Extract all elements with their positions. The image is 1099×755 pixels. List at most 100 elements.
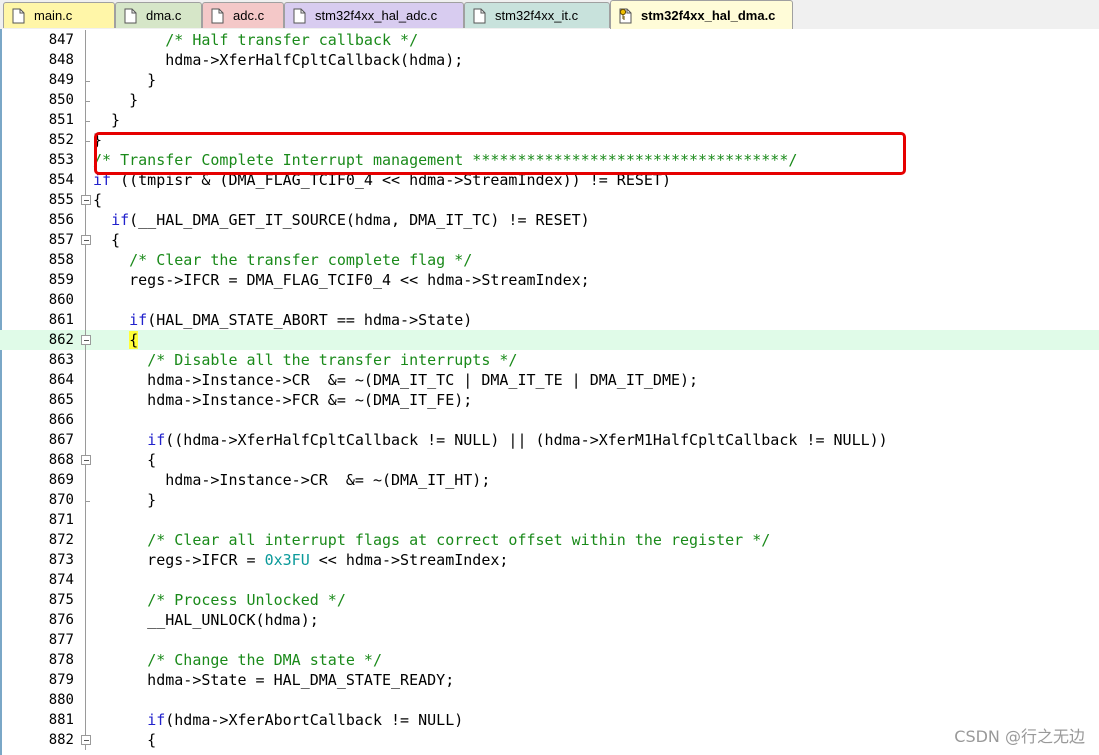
fold-guide — [81, 170, 90, 190]
code-line[interactable]: 854 if ((tmpisr & (DMA_FLAG_TCIF0_4 << hd… — [0, 170, 1099, 190]
tab-label: stm32f4xx_hal_adc.c — [315, 8, 438, 23]
line-number: 860 — [48, 292, 74, 308]
c-file-icon — [12, 8, 25, 24]
tab-stm32f4xx-hal-dma-c[interactable]: stm32f4xx_hal_dma.c — [610, 0, 793, 30]
code-line[interactable]: 867 if((hdma->XferHalfCpltCallback != NU… — [0, 430, 1099, 450]
code-text: if(__HAL_DMA_GET_IT_SOURCE(hdma, DMA_IT_… — [93, 210, 590, 230]
code-text: } — [93, 130, 102, 150]
code-token: { — [93, 231, 121, 249]
code-text: hdma->State = HAL_DMA_STATE_READY; — [93, 670, 454, 690]
file-tab-bar: main.c dma.c adc.c stm32f4xx_hal_adc.c stm32… — [0, 0, 1099, 30]
tab-adc-c[interactable]: adc.c — [202, 2, 284, 28]
code-text: { — [93, 190, 102, 210]
code-line[interactable]: 873 regs->IFCR = 0x3FU << hdma->StreamIn… — [0, 550, 1099, 570]
code-text: if(HAL_DMA_STATE_ABORT == hdma->State) — [93, 310, 472, 330]
code-token: regs->IFCR = DMA_FLAG_TCIF0_4 << hdma->S… — [93, 271, 590, 289]
code-text: } — [93, 490, 156, 510]
code-keyword: if — [147, 431, 166, 449]
code-line[interactable]: 862 { — [0, 330, 1099, 350]
tab-label: main.c — [34, 8, 73, 23]
code-line[interactable]: 853 /* Transfer Complete Interrupt manage… — [0, 150, 1099, 170]
code-line[interactable]: 882 { — [0, 730, 1099, 750]
fold-guide — [81, 690, 90, 710]
code-text: hdma->Instance->CR &= ~(DMA_IT_HT); — [93, 470, 490, 490]
code-line[interactable]: 875 /* Process Unlocked */ — [0, 590, 1099, 610]
line-number: 856 — [48, 212, 74, 228]
fold-guide — [81, 390, 90, 410]
code-line[interactable]: 864 hdma->Instance->CR &= ~(DMA_IT_TC | … — [0, 370, 1099, 390]
code-line[interactable]: 848 hdma->XferHalfCpltCallback(hdma); — [0, 50, 1099, 70]
code-line[interactable]: 881 if(hdma->XferAbortCallback != NULL) — [0, 710, 1099, 730]
fold-guide — [81, 370, 90, 390]
fold-guide — [81, 250, 90, 270]
code-line[interactable]: 860 — [0, 290, 1099, 310]
code-line[interactable]: 851 } — [0, 110, 1099, 130]
fold-toggle-icon[interactable] — [81, 330, 91, 350]
code-line[interactable]: 863 /* Disable all the transfer interrup… — [0, 350, 1099, 370]
code-line[interactable]: 857 { — [0, 230, 1099, 250]
code-line[interactable]: 879 hdma->State = HAL_DMA_STATE_READY; — [0, 670, 1099, 690]
code-line[interactable]: 878 /* Change the DMA state */ — [0, 650, 1099, 670]
code-line[interactable]: 856 if(__HAL_DMA_GET_IT_SOURCE(hdma, DMA… — [0, 210, 1099, 230]
code-line[interactable]: 855 { — [0, 190, 1099, 210]
code-keyword: if — [129, 311, 148, 329]
code-line[interactable]: 877 — [0, 630, 1099, 650]
c-file-icon — [211, 8, 224, 24]
code-line[interactable]: 852} — [0, 130, 1099, 150]
line-number: 859 — [48, 272, 74, 288]
code-token: hdma->Instance->FCR &= ~(DMA_IT_FE); — [93, 391, 473, 409]
code-line[interactable]: 870 } — [0, 490, 1099, 510]
line-number: 879 — [48, 672, 74, 688]
fold-toggle-icon[interactable] — [81, 230, 91, 250]
code-line[interactable]: 874 — [0, 570, 1099, 590]
fold-guide — [81, 90, 90, 110]
code-text: hdma->XferHalfCpltCallback(hdma); — [93, 50, 463, 70]
code-keyword: if — [111, 211, 130, 229]
code-line[interactable]: 847 /* Half transfer callback */ — [0, 30, 1099, 50]
tab-main-c[interactable]: main.c — [3, 2, 115, 28]
code-line[interactable]: 872 /* Clear all interrupt flags at corr… — [0, 530, 1099, 550]
code-line[interactable]: 866 — [0, 410, 1099, 430]
tab-stm32f4xx-hal-adc-c[interactable]: stm32f4xx_hal_adc.c — [284, 2, 464, 28]
code-editor[interactable]: 847 /* Half transfer callback */848 hdma… — [0, 29, 1099, 755]
code-comment: /* Transfer Complete Interrupt managemen… — [93, 151, 798, 169]
tab-dma-c[interactable]: dma.c — [115, 2, 202, 28]
code-text: if(hdma->XferAbortCallback != NULL) — [93, 710, 463, 730]
code-line[interactable]: 850 } — [0, 90, 1099, 110]
code-line[interactable]: 876 __HAL_UNLOCK(hdma); — [0, 610, 1099, 630]
line-number: 867 — [48, 432, 74, 448]
line-number: 853 — [48, 152, 74, 168]
fold-guide — [81, 210, 90, 230]
fold-toggle-icon[interactable] — [81, 190, 91, 210]
fold-guide — [81, 350, 90, 370]
code-line[interactable]: 871 — [0, 510, 1099, 530]
line-number: 850 — [48, 92, 74, 108]
line-number: 875 — [48, 592, 74, 608]
code-token: (__HAL_DMA_GET_IT_SOURCE(hdma, DMA_IT_TC… — [129, 211, 590, 229]
code-line[interactable]: 868 { — [0, 450, 1099, 470]
code-line[interactable]: 859 regs->IFCR = DMA_FLAG_TCIF0_4 << hdm… — [0, 270, 1099, 290]
line-number: 849 — [48, 72, 74, 88]
line-number: 869 — [48, 472, 74, 488]
code-text: hdma->Instance->FCR &= ~(DMA_IT_FE); — [93, 390, 472, 410]
code-text: if((hdma->XferHalfCpltCallback != NULL) … — [93, 430, 888, 450]
tab-stm32f4xx-it-c[interactable]: stm32f4xx_it.c — [464, 2, 610, 28]
line-number: 881 — [48, 712, 74, 728]
code-text: } — [93, 90, 138, 110]
fold-guide — [81, 590, 90, 610]
code-line[interactable]: 880 — [0, 690, 1099, 710]
code-token: ((hdma->XferHalfCpltCallback != NULL) ||… — [165, 431, 888, 449]
tab-label: stm32f4xx_it.c — [495, 8, 579, 23]
code-line[interactable]: 869 hdma->Instance->CR &= ~(DMA_IT_HT); — [0, 470, 1099, 490]
fold-toggle-icon[interactable] — [81, 450, 91, 470]
fold-guide — [81, 110, 90, 130]
fold-toggle-icon[interactable] — [81, 730, 91, 750]
code-token: regs->IFCR = — [93, 551, 265, 569]
code-line[interactable]: 861 if(HAL_DMA_STATE_ABORT == hdma->Stat… — [0, 310, 1099, 330]
line-number: 872 — [48, 532, 74, 548]
code-line[interactable]: 858 /* Clear the transfer complete flag … — [0, 250, 1099, 270]
code-line[interactable]: 865 hdma->Instance->FCR &= ~(DMA_IT_FE); — [0, 390, 1099, 410]
code-line[interactable]: 849 } — [0, 70, 1099, 90]
